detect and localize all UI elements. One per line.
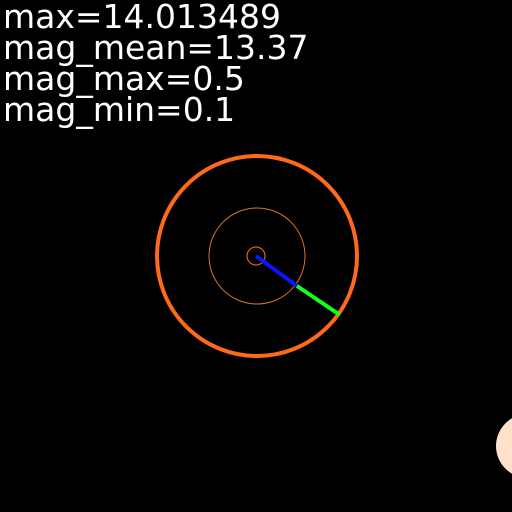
green-vector-segment (295, 284, 342, 317)
magnitude-overlay (155, 154, 512, 474)
edge-marker (496, 418, 512, 474)
blue-vector-segment (254, 254, 299, 288)
